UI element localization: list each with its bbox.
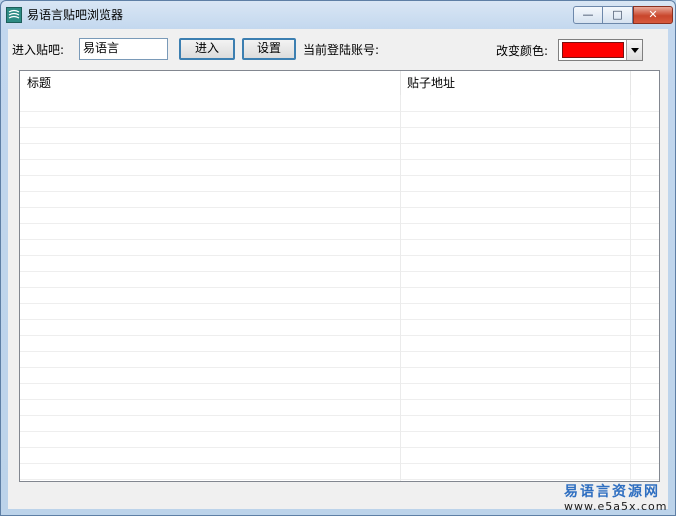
grid-line — [20, 463, 659, 464]
grid-line — [20, 159, 659, 160]
dropdown-arrow-button[interactable] — [626, 40, 642, 60]
minimize-button[interactable]: — — [573, 6, 603, 24]
color-dropdown[interactable] — [558, 39, 643, 61]
grid-line — [20, 351, 659, 352]
grid-line — [20, 447, 659, 448]
chevron-down-icon — [631, 48, 639, 53]
grid-line — [20, 111, 659, 112]
color-swatch — [562, 42, 624, 58]
grid-line — [20, 367, 659, 368]
settings-button[interactable]: 设置 — [242, 38, 296, 60]
grid-line — [20, 127, 659, 128]
grid-line — [20, 335, 659, 336]
app-window: 易语言贴吧浏览器 — □ ✕ 进入贴吧: 易语言 进入 设置 当前登陆账号: 改… — [0, 0, 676, 516]
watermark-url: www.e5a5x.com — [564, 500, 668, 513]
grid-line — [20, 271, 659, 272]
column-divider[interactable] — [630, 71, 631, 95]
client-area: 进入贴吧: 易语言 进入 设置 当前登陆账号: 改变颜色: 标题 贴子地址 — [8, 29, 668, 509]
bar-name-input[interactable]: 易语言 — [79, 38, 168, 60]
posts-table[interactable]: 标题 贴子地址 — [19, 70, 660, 482]
app-icon — [6, 7, 22, 23]
grid-line — [20, 239, 659, 240]
grid-line — [20, 287, 659, 288]
grid-line — [20, 255, 659, 256]
table-header: 标题 贴子地址 — [20, 71, 659, 95]
close-button[interactable]: ✕ — [633, 6, 673, 24]
grid-line — [20, 431, 659, 432]
table-body[interactable] — [20, 95, 659, 481]
watermark-title: 易语言资源网 — [564, 484, 660, 500]
grid-line — [20, 191, 659, 192]
grid-line — [20, 303, 659, 304]
window-title: 易语言贴吧浏览器 — [27, 8, 124, 22]
current-account-label: 当前登陆账号: — [303, 43, 380, 57]
column-header-url[interactable]: 贴子地址 — [400, 71, 630, 95]
grid-line — [20, 223, 659, 224]
grid-line — [20, 175, 659, 176]
grid-column-line — [630, 95, 631, 481]
grid-line — [20, 415, 659, 416]
change-color-label: 改变颜色: — [496, 44, 549, 58]
column-header-title[interactable]: 标题 — [20, 71, 400, 95]
grid-line — [20, 383, 659, 384]
grid-line — [20, 207, 659, 208]
maximize-button[interactable]: □ — [603, 6, 633, 24]
grid-column-line — [400, 95, 401, 481]
grid-line — [20, 479, 659, 480]
enter-button[interactable]: 进入 — [179, 38, 235, 60]
grid-line — [20, 399, 659, 400]
grid-line — [20, 319, 659, 320]
enter-bar-label: 进入贴吧: — [12, 43, 65, 57]
grid-line — [20, 143, 659, 144]
title-bar[interactable]: 易语言贴吧浏览器 — □ ✕ — [1, 1, 675, 29]
